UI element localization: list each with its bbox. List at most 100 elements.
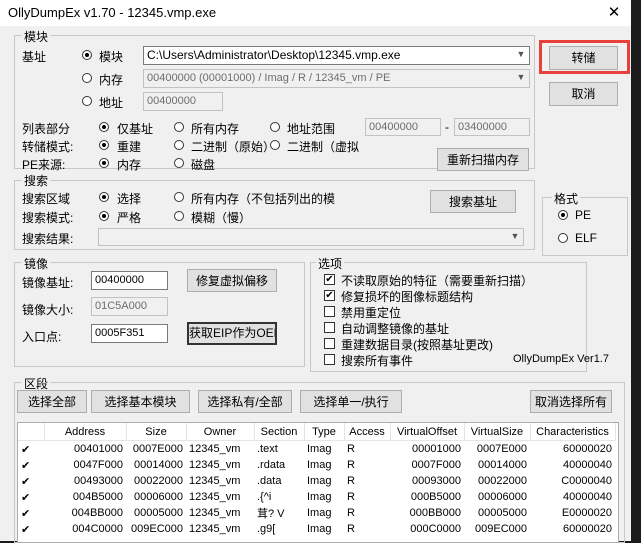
radio-address[interactable] bbox=[82, 96, 92, 106]
radio-binary-raw[interactable] bbox=[174, 140, 184, 150]
cell-size: 00014000 bbox=[134, 459, 183, 471]
get-eip-as-oep-button[interactable]: 获取EIP作为OEP bbox=[187, 322, 277, 345]
option-checkbox-4[interactable] bbox=[324, 322, 335, 333]
radio-source-disk-label: 磁盘 bbox=[191, 158, 216, 172]
cell-size: 00022000 bbox=[134, 475, 183, 487]
select-all-button[interactable]: 选择全部 bbox=[17, 390, 87, 413]
cell-virtual-offset: 000B5000 bbox=[410, 491, 461, 503]
table-row[interactable]: ✔ 00401000 0007E000 12345_vm .text Imag … bbox=[18, 441, 615, 458]
range-from-input[interactable]: 00400000 bbox=[365, 118, 441, 136]
row-checkbox[interactable]: ✔ bbox=[18, 473, 44, 489]
radio-binary-virtual-label: 二进制（虚拟 bbox=[287, 140, 360, 154]
close-icon[interactable]: ✕ bbox=[598, 0, 630, 26]
cell-address: 004B5000 bbox=[72, 491, 123, 503]
radio-strict[interactable] bbox=[99, 211, 109, 221]
column-header[interactable]: Size bbox=[126, 423, 187, 441]
column-header[interactable]: Type bbox=[304, 423, 345, 441]
entry-point-input[interactable]: 0005F351 bbox=[91, 324, 168, 343]
row-checkbox[interactable]: ✔ bbox=[18, 489, 44, 505]
select-private-all-button[interactable]: 选择私有/全部 bbox=[198, 390, 292, 413]
sections-table: Address Size Owner Section Type Access V… bbox=[18, 423, 616, 537]
radio-base-only[interactable] bbox=[99, 122, 109, 132]
search-base-button[interactable]: 搜索基址 bbox=[430, 190, 516, 213]
table-row[interactable]: ✔ 004B5000 00006000 12345_vm .{^i Imag R… bbox=[18, 489, 615, 505]
column-header[interactable]: VirtualOffset bbox=[390, 423, 465, 441]
radio-source-disk[interactable] bbox=[174, 158, 184, 168]
highlight-box bbox=[539, 40, 630, 74]
radio-fuzzy-label: 模糊（慢） bbox=[191, 211, 252, 225]
chevron-down-icon[interactable]: ▼ bbox=[508, 231, 522, 241]
format-group-label: 格式 bbox=[552, 190, 581, 207]
radio-all-memory-label: 所有内存 bbox=[191, 122, 240, 136]
radio-memory[interactable] bbox=[82, 73, 92, 83]
module-path-combo[interactable]: C:\Users\Administrator\Desktop\12345.vmp… bbox=[143, 46, 530, 65]
cell-section: .{^i bbox=[257, 491, 272, 503]
column-header[interactable]: Characteristics bbox=[530, 423, 616, 441]
select-single-exec-button[interactable]: 选择单一/执行 bbox=[300, 390, 402, 413]
cell-owner: 12345_vm bbox=[189, 475, 241, 487]
search-area-label: 搜索区域 bbox=[22, 192, 71, 206]
cell-access: R bbox=[347, 475, 355, 487]
fix-virtual-offset-button[interactable]: 修复虚拟偏移 bbox=[187, 269, 277, 292]
column-header[interactable]: Section bbox=[254, 423, 305, 441]
radio-all-memory[interactable] bbox=[174, 122, 184, 132]
radio-search-all-memory[interactable] bbox=[174, 192, 184, 202]
memory-combo[interactable]: 00400000 (00001000) / Imag / R / 12345_v… bbox=[143, 69, 530, 88]
chevron-down-icon[interactable]: ▼ bbox=[514, 49, 528, 59]
cell-access: R bbox=[347, 491, 355, 503]
unselect-all-button[interactable]: 取消选择所有 bbox=[530, 390, 612, 413]
cell-access: R bbox=[347, 523, 355, 535]
radio-format-pe[interactable] bbox=[558, 210, 568, 220]
table-row[interactable]: ✔ 004BB000 00005000 12345_vm 茸? V Imag R… bbox=[18, 505, 615, 521]
column-header[interactable]: Owner bbox=[186, 423, 255, 441]
range-to-input[interactable]: 03400000 bbox=[454, 118, 530, 136]
column-header[interactable] bbox=[18, 423, 45, 441]
radio-binary-virtual[interactable] bbox=[270, 140, 280, 150]
row-checkbox[interactable]: ✔ bbox=[18, 521, 44, 537]
column-header[interactable]: Access bbox=[344, 423, 391, 441]
radio-source-memory[interactable] bbox=[99, 158, 109, 168]
table-row[interactable]: ✔ 004C0000 009EC000 12345_vm .g9[ Imag R… bbox=[18, 521, 615, 537]
row-checkbox[interactable]: ✔ bbox=[18, 457, 44, 473]
row-checkbox[interactable]: ✔ bbox=[18, 505, 44, 521]
option-checkbox-5[interactable] bbox=[324, 338, 335, 349]
column-header[interactable]: Address bbox=[44, 423, 127, 441]
cancel-button[interactable]: 取消 bbox=[549, 82, 618, 106]
option-checkbox-1[interactable]: ✔ bbox=[324, 274, 335, 285]
column-header[interactable]: VirtualSize bbox=[464, 423, 531, 441]
cell-access: R bbox=[347, 507, 355, 519]
radio-address-range-label: 地址范围 bbox=[287, 122, 336, 136]
image-size-input[interactable]: 01C5A000 bbox=[91, 297, 168, 316]
row-checkbox[interactable]: ✔ bbox=[18, 441, 44, 458]
address-input[interactable]: 00400000 bbox=[143, 92, 223, 111]
cell-virtual-size: 0007E000 bbox=[476, 443, 527, 455]
radio-module[interactable] bbox=[82, 50, 92, 60]
radio-address-range[interactable] bbox=[270, 122, 280, 132]
cell-section: .rdata bbox=[257, 459, 286, 471]
chevron-down-icon[interactable]: ▼ bbox=[514, 72, 528, 82]
search-group-label: 搜索 bbox=[22, 172, 51, 189]
image-size-label: 镜像大小: bbox=[22, 303, 74, 317]
option-checkbox-3[interactable] bbox=[324, 306, 335, 317]
table-row[interactable]: ✔ 00493000 00022000 12345_vm .data Imag … bbox=[18, 473, 615, 489]
search-result-combo[interactable] bbox=[98, 228, 524, 246]
select-base-module-button[interactable]: 选择基本模块 bbox=[91, 390, 190, 413]
radio-format-pe-label: PE bbox=[575, 208, 592, 222]
option-checkbox-6[interactable] bbox=[324, 354, 335, 365]
cell-address: 004BB000 bbox=[71, 507, 123, 519]
image-base-input[interactable]: 00400000 bbox=[91, 271, 168, 290]
cell-address: 00493000 bbox=[74, 475, 123, 487]
option-checkbox-2[interactable]: ✔ bbox=[324, 290, 335, 301]
rescan-memory-button[interactable]: 重新扫描内存 bbox=[437, 148, 529, 171]
cell-size: 0007E000 bbox=[132, 443, 183, 455]
radio-fuzzy[interactable] bbox=[174, 211, 184, 221]
radio-search-selected[interactable] bbox=[99, 192, 109, 202]
radio-rebuild-label: 重建 bbox=[117, 140, 142, 154]
table-row[interactable]: ✔ 0047F000 00014000 12345_vm .rdata Imag… bbox=[18, 457, 615, 473]
radio-rebuild[interactable] bbox=[99, 140, 109, 150]
radio-format-elf[interactable] bbox=[558, 233, 568, 243]
search-mode-label: 搜索模式: bbox=[22, 211, 74, 225]
option-label-2: 修复损坏的图像标题结构 bbox=[341, 290, 474, 304]
radio-memory-label: 内存 bbox=[99, 73, 124, 87]
cell-type: Imag bbox=[307, 523, 332, 535]
